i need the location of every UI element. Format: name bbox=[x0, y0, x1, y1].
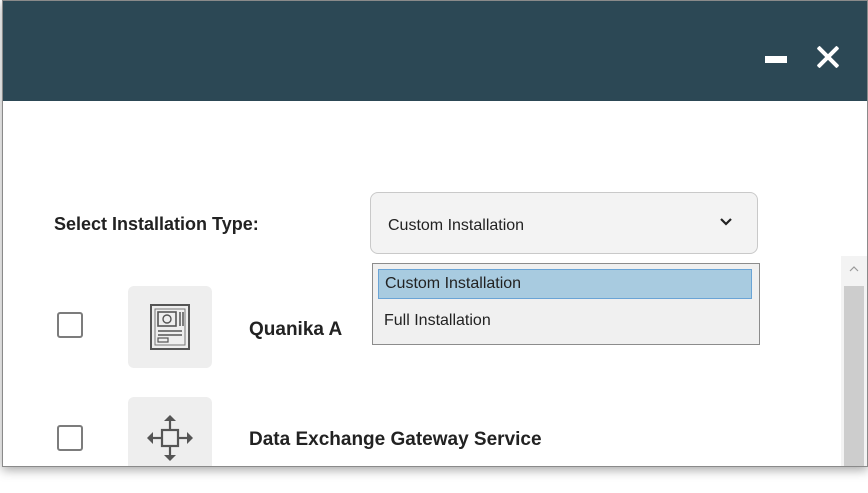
close-icon[interactable] bbox=[811, 41, 843, 73]
installation-type-select[interactable]: Custom Installation bbox=[370, 192, 758, 254]
installation-type-dropdown: Custom Installation Full Installation bbox=[372, 263, 760, 345]
installer-window: Select Installation Type: Custom Install… bbox=[2, 0, 868, 467]
option-full-installation[interactable]: Full Installation bbox=[378, 306, 752, 336]
item-icon-tile bbox=[128, 397, 212, 466]
item-icon-tile bbox=[128, 286, 212, 368]
item-label-data-exchange: Data Exchange Gateway Service bbox=[249, 429, 542, 450]
option-custom-installation[interactable]: Custom Installation bbox=[378, 269, 752, 299]
minimize-icon[interactable] bbox=[765, 56, 787, 63]
chevron-down-icon bbox=[720, 218, 732, 226]
server-icon bbox=[150, 304, 190, 350]
item-label-quanika: Quanika A bbox=[249, 319, 343, 340]
installation-type-label: Select Installation Type: bbox=[54, 214, 259, 234]
item-checkbox-quanika[interactable] bbox=[57, 312, 83, 338]
scroll-up-icon[interactable] bbox=[849, 264, 859, 274]
title-bar bbox=[3, 1, 867, 101]
scroll-thumb[interactable] bbox=[844, 286, 864, 466]
scrollbar[interactable] bbox=[841, 256, 867, 466]
gateway-arrows-icon bbox=[147, 415, 193, 461]
installation-type-value: Custom Installation bbox=[388, 217, 525, 234]
item-checkbox-data-exchange[interactable] bbox=[57, 425, 83, 451]
